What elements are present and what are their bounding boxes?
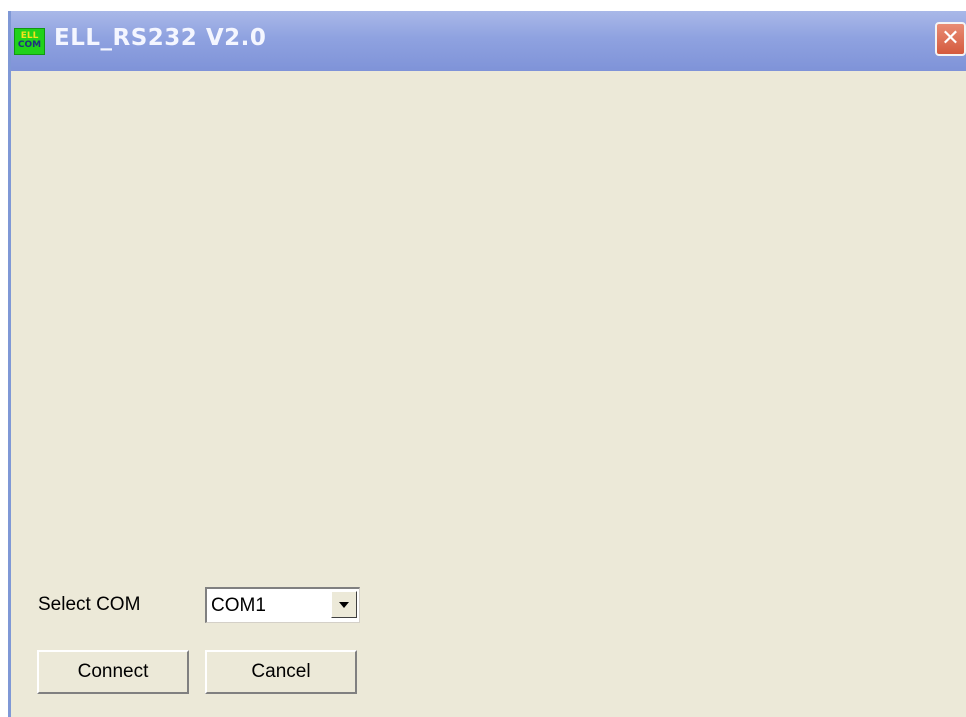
triangle-down-icon <box>339 602 349 608</box>
window-title: ELL_RS232 V2.0 <box>54 25 267 51</box>
cancel-button[interactable]: Cancel <box>205 650 357 694</box>
ell-com-app-icon: ELL COM <box>14 28 45 55</box>
com-port-selected-value: COM1 <box>211 595 266 616</box>
com-port-select[interactable]: COM1 <box>205 587 360 623</box>
select-com-label: Select COM <box>38 594 141 615</box>
title-bar[interactable]: ELL COM ELL_RS232 V2.0 ✕ <box>11 11 966 71</box>
dropdown-arrow-icon[interactable] <box>331 591 357 618</box>
close-icon[interactable]: ✕ <box>935 22 966 56</box>
app-icon-line2: COM <box>17 40 42 50</box>
app-window: ELL COM ELL_RS232 V2.0 ✕ Select COM COM1… <box>8 11 966 717</box>
connect-button[interactable]: Connect <box>37 650 189 694</box>
